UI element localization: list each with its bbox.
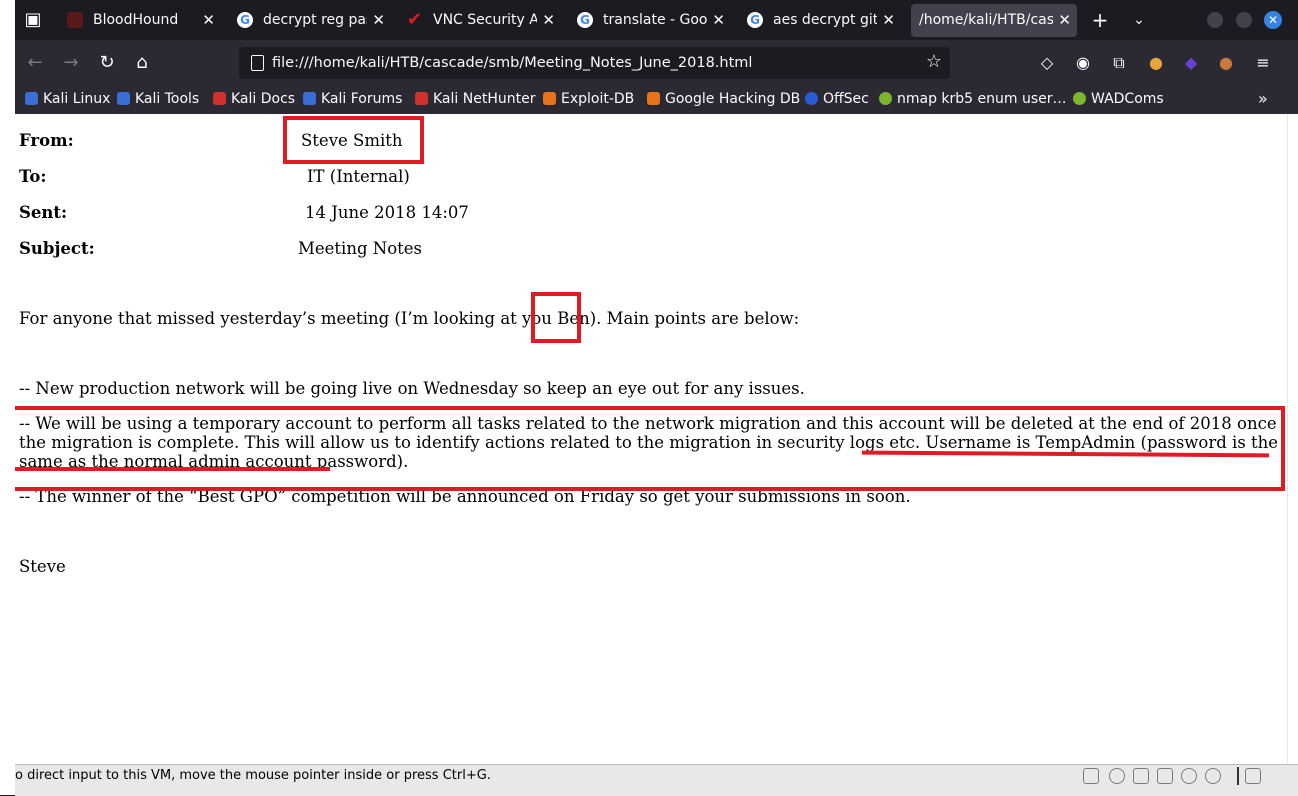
minimize-button[interactable] bbox=[1207, 12, 1223, 28]
close-icon[interactable]: ✕ bbox=[712, 4, 725, 37]
kali-forums-icon bbox=[303, 92, 316, 105]
bloodhound-icon bbox=[67, 12, 83, 28]
account-icon[interactable]: ◉ bbox=[1071, 51, 1095, 75]
exploit-db-icon bbox=[543, 92, 556, 105]
nethunter-icon bbox=[415, 92, 428, 105]
annotation-box-paragraph bbox=[15, 406, 1285, 491]
hard-disk-icon[interactable] bbox=[1083, 768, 1099, 784]
signature: Steve bbox=[19, 557, 66, 576]
extensions-icon[interactable]: ⧉ bbox=[1107, 51, 1131, 75]
bookmarks-toolbar: Kali Linux Kali Tools Kali Docs Kali For… bbox=[15, 86, 1298, 114]
foxyproxy-icon[interactable]: ● bbox=[1144, 51, 1168, 75]
tab-list-chevron-icon[interactable]: ⌄ bbox=[1127, 8, 1151, 32]
navigation-toolbar: ← → ↻ ⌂ file:///home/kali/HTB/cascade/sm… bbox=[15, 40, 1298, 86]
bookmark-google-hacking-db[interactable]: Google Hacking DB bbox=[647, 86, 800, 114]
kali-dragon-icon bbox=[25, 92, 38, 105]
vm-status-bar: o direct input to this VM, move the mous… bbox=[15, 764, 1298, 796]
network-icon[interactable] bbox=[1133, 768, 1149, 784]
url-text[interactable]: file:///home/kali/HTB/cascade/smb/Meetin… bbox=[272, 47, 752, 79]
bookmark-wadcoms[interactable]: WADComs bbox=[1073, 86, 1164, 114]
home-icon[interactable]: ⌂ bbox=[130, 51, 154, 75]
vm-left-border bbox=[0, 0, 15, 795]
shared-folder-icon[interactable] bbox=[1205, 768, 1221, 784]
audio-icon[interactable] bbox=[1181, 768, 1197, 784]
annotation-box-name bbox=[531, 292, 581, 343]
checkmark-icon: ✔ bbox=[407, 9, 423, 30]
window-close-button[interactable]: ✕ bbox=[1264, 11, 1282, 29]
tab-meeting-notes[interactable]: /home/kali/HTB/cascade ✕ bbox=[911, 4, 1077, 37]
page-icon bbox=[251, 55, 264, 71]
usb-icon[interactable] bbox=[1157, 768, 1173, 784]
vm-input-hint: o direct input to this VM, move the mous… bbox=[15, 768, 491, 783]
bookmark-kali-forums[interactable]: Kali Forums bbox=[303, 86, 402, 114]
close-icon[interactable]: ✕ bbox=[1058, 4, 1071, 37]
bookmark-star-icon[interactable]: ☆ bbox=[926, 51, 942, 72]
bookmark-kali-tools[interactable]: Kali Tools bbox=[117, 86, 199, 114]
kali-docs-icon bbox=[213, 92, 226, 105]
bookmark-kali-nethunter[interactable]: Kali NetHunter bbox=[415, 86, 535, 114]
cookie-editor-icon[interactable]: ● bbox=[1214, 51, 1238, 75]
to-value: IT (Internal) bbox=[307, 167, 410, 186]
tab-overview-icon[interactable]: ▣ bbox=[21, 8, 45, 32]
subject-label: Subject: bbox=[19, 239, 95, 258]
reload-icon[interactable]: ↻ bbox=[95, 51, 119, 75]
kali-tools-icon bbox=[117, 92, 130, 105]
to-label: To: bbox=[19, 167, 47, 186]
menu-hamburger-icon[interactable]: ≡ bbox=[1251, 51, 1275, 75]
offsec-icon bbox=[805, 92, 818, 105]
sent-value: 14 June 2018 14:07 bbox=[305, 203, 469, 222]
tab-decrypt-reg[interactable]: G decrypt reg passw ✕ bbox=[229, 4, 391, 37]
forward-arrow-icon[interactable]: → bbox=[59, 51, 83, 75]
wappalyzer-icon[interactable]: ◆ bbox=[1179, 51, 1203, 75]
fullscreen-icon[interactable] bbox=[1245, 768, 1261, 784]
subject-value: Meeting Notes bbox=[298, 239, 422, 258]
annotation-underline bbox=[15, 467, 330, 471]
close-icon[interactable]: ✕ bbox=[202, 4, 215, 37]
globe-icon bbox=[1073, 92, 1086, 105]
optical-drive-icon[interactable] bbox=[1109, 768, 1125, 784]
back-arrow-icon[interactable]: ← bbox=[23, 51, 47, 75]
bookmark-offsec[interactable]: OffSec bbox=[805, 86, 869, 114]
status-divider bbox=[1237, 767, 1239, 785]
page-scrollbar[interactable] bbox=[1287, 114, 1298, 764]
close-icon[interactable]: ✕ bbox=[542, 4, 555, 37]
browser-window: ▣ BloodHound ✕ G decrypt reg passw ✕ ✔ V… bbox=[15, 0, 1298, 796]
google-icon: G bbox=[577, 12, 593, 28]
bookmark-kali-linux[interactable]: Kali Linux bbox=[25, 86, 110, 114]
page-content: From: Steve Smith To: IT (Internal) Sent… bbox=[15, 114, 1287, 764]
sent-label: Sent: bbox=[19, 203, 68, 222]
ghdb-icon bbox=[647, 92, 660, 105]
globe-icon bbox=[879, 92, 892, 105]
point-production-network: -- New production network will be going … bbox=[19, 379, 805, 398]
intro-paragraph: For anyone that missed yesterday’s meeti… bbox=[19, 309, 800, 328]
close-icon[interactable]: ✕ bbox=[372, 4, 385, 37]
bookmark-exploit-db[interactable]: Exploit-DB bbox=[543, 86, 634, 114]
new-tab-button[interactable]: + bbox=[1088, 8, 1112, 32]
annotation-box-sender bbox=[283, 116, 424, 164]
tab-bar: ▣ BloodHound ✕ G decrypt reg passw ✕ ✔ V… bbox=[15, 0, 1298, 40]
google-icon: G bbox=[747, 12, 763, 28]
bookmark-nmap-krb5[interactable]: nmap krb5 enum user… bbox=[879, 86, 1067, 114]
from-label: From: bbox=[19, 131, 74, 150]
tab-aes-decrypt[interactable]: G aes decrypt github ✕ bbox=[739, 4, 901, 37]
maximize-button[interactable] bbox=[1236, 12, 1252, 28]
tab-translate[interactable]: G translate - Google ✕ bbox=[569, 4, 731, 37]
tab-vnc-security[interactable]: ✔ VNC Security Aud ✕ bbox=[399, 4, 561, 37]
bookmark-kali-docs[interactable]: Kali Docs bbox=[213, 86, 295, 114]
bookmarks-overflow-chevron-icon[interactable]: » bbox=[1258, 86, 1268, 114]
google-icon: G bbox=[237, 12, 253, 28]
tab-bloodhound[interactable]: BloodHound ✕ bbox=[59, 4, 221, 37]
close-icon[interactable]: ✕ bbox=[882, 4, 895, 37]
url-bar[interactable]: file:///home/kali/HTB/cascade/smb/Meetin… bbox=[239, 47, 950, 79]
pocket-icon[interactable]: ◇ bbox=[1035, 51, 1059, 75]
